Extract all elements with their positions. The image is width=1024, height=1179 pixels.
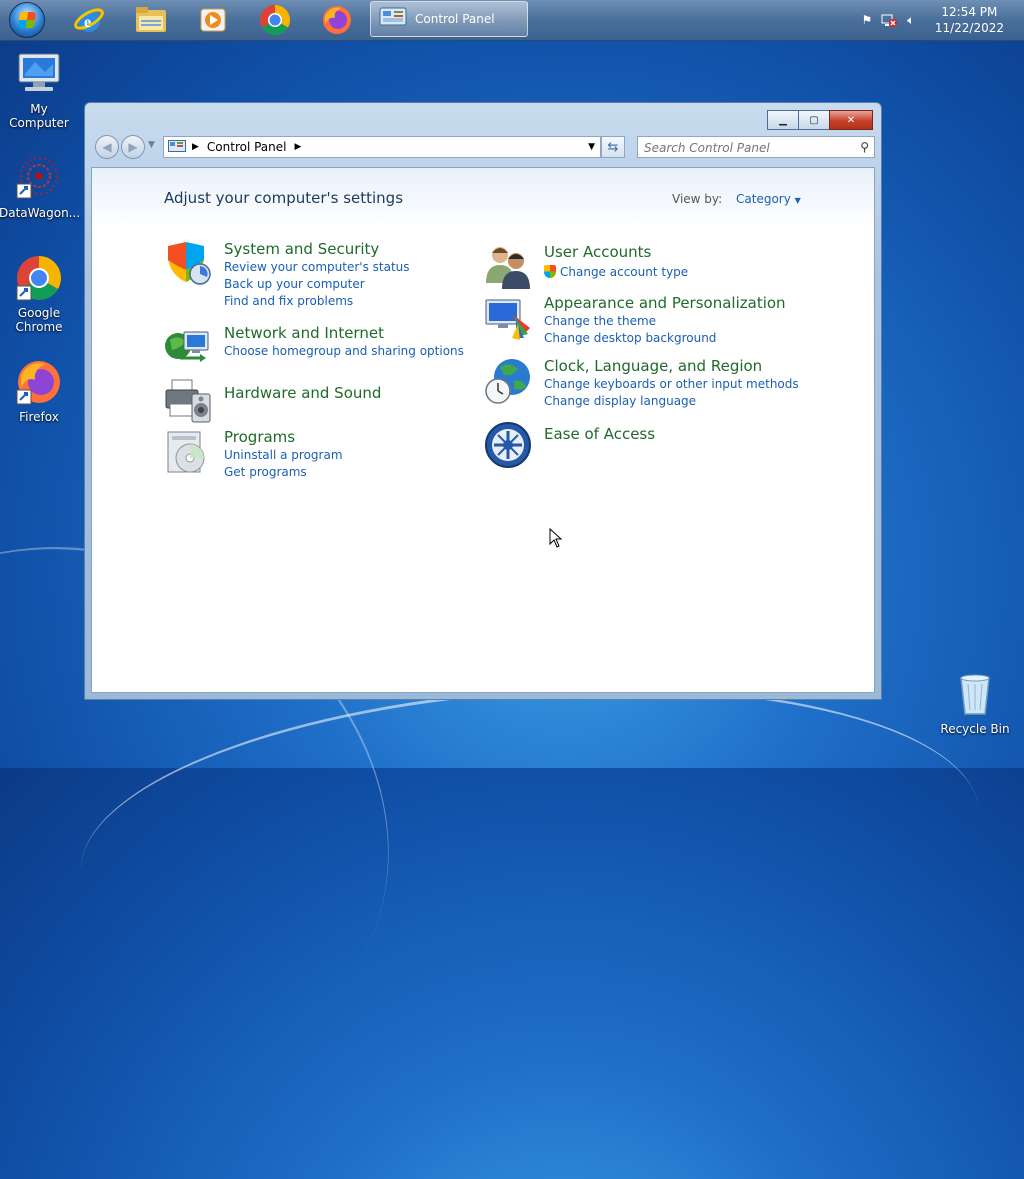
- refresh-icon: ⇆: [607, 139, 619, 155]
- control-panel-window: ▁ ▢ ✕ ◀ ▶ ▼ ▶ Control Panel ▶ ▼ ⇆ ⚲ Adju…: [84, 102, 882, 700]
- category-title[interactable]: User Accounts: [544, 243, 651, 261]
- desktop-icon-datawagon[interactable]: DataWagon...: [0, 154, 81, 220]
- clock-date: 11/22/2022: [934, 21, 1004, 35]
- content-area: Adjust your computer's settings View by:…: [92, 168, 874, 692]
- firefox-icon: [16, 361, 60, 405]
- control-panel-icon: [379, 7, 407, 29]
- close-button[interactable]: ✕: [829, 110, 873, 130]
- desktop-icon-recycle-bin[interactable]: Recycle Bin: [935, 670, 1015, 736]
- link-uninstall-program[interactable]: Uninstall a program: [224, 448, 343, 462]
- file-explorer-icon: [136, 7, 166, 32]
- start-button[interactable]: [6, 2, 48, 38]
- forward-button[interactable]: ▶: [121, 135, 145, 159]
- desktop-icon-google-chrome[interactable]: Google Chrome: [0, 254, 79, 334]
- ease-of-access-icon: [485, 422, 531, 468]
- windows-logo-icon: [9, 2, 45, 38]
- action-center-icon[interactable]: ⚑: [859, 12, 875, 28]
- network-disconnected-icon[interactable]: [881, 12, 897, 28]
- taskbar-firefox[interactable]: [314, 2, 360, 38]
- media-player-icon: [200, 8, 226, 32]
- link-get-programs[interactable]: Get programs: [224, 465, 307, 479]
- printer-speaker-icon: [165, 379, 211, 423]
- link-find-fix-problems[interactable]: Find and fix problems: [224, 294, 353, 308]
- recycle-bin-icon: [960, 674, 990, 715]
- link-review-status[interactable]: Review your computer's status: [224, 260, 410, 274]
- link-homegroup-sharing[interactable]: Choose homegroup and sharing options: [224, 344, 464, 358]
- recent-pages-icon[interactable]: ▼: [148, 140, 155, 150]
- taskbar-control-panel-window[interactable]: Control Panel: [370, 1, 528, 37]
- back-button[interactable]: ◀: [95, 135, 119, 159]
- firefox-icon: [323, 6, 351, 34]
- category-title[interactable]: Hardware and Sound: [224, 384, 381, 402]
- svg-text:e: e: [84, 14, 91, 31]
- desktop-icon-firefox[interactable]: Firefox: [0, 358, 79, 424]
- taskbar-media-player[interactable]: [190, 2, 236, 38]
- computer-icon: [18, 53, 60, 91]
- chrome-icon: [259, 4, 291, 36]
- desktop-icon-label: Firefox: [19, 410, 59, 424]
- taskbar-chrome[interactable]: [252, 2, 298, 38]
- link-change-account-type[interactable]: Change account type: [544, 265, 688, 279]
- link-text: Change account type: [560, 265, 689, 279]
- breadcrumb-arrow-icon[interactable]: ▶: [192, 142, 199, 152]
- search-box[interactable]: ⚲: [637, 136, 875, 158]
- view-by-value: Category: [736, 192, 791, 206]
- category-title[interactable]: Appearance and Personalization: [544, 294, 786, 312]
- clock-time: 12:54 PM: [941, 5, 998, 19]
- link-change-keyboards[interactable]: Change keyboards or other input methods: [544, 377, 799, 391]
- page-title: Adjust your computer's settings: [164, 189, 404, 207]
- desktop-icon-label: Google Chrome: [15, 306, 63, 334]
- view-by: View by: Category ▼: [672, 192, 801, 206]
- refresh-button[interactable]: ⇆: [601, 136, 625, 158]
- network-globe-icon: [165, 331, 209, 362]
- minimize-button[interactable]: ▁: [767, 110, 799, 130]
- taskbar-file-explorer[interactable]: [128, 2, 174, 38]
- users-icon: [486, 247, 530, 289]
- address-bar[interactable]: ▶ Control Panel ▶ ▼: [163, 136, 601, 158]
- category-title[interactable]: Clock, Language, and Region: [544, 357, 762, 375]
- breadcrumb-arrow-icon[interactable]: ▶: [295, 142, 302, 152]
- search-icon[interactable]: ⚲: [860, 140, 869, 154]
- taskbar-internet-explorer[interactable]: e: [66, 2, 112, 38]
- appearance-icon: [485, 299, 530, 340]
- view-by-dropdown[interactable]: Category ▼: [736, 192, 801, 206]
- link-change-desktop-background[interactable]: Change desktop background: [544, 331, 716, 345]
- maximize-button[interactable]: ▢: [798, 110, 830, 130]
- window-caption-buttons: ▁ ▢ ✕: [767, 110, 873, 130]
- link-change-theme[interactable]: Change the theme: [544, 314, 656, 328]
- internet-explorer-icon: e: [74, 8, 104, 32]
- desktop-icon-label: My Computer: [9, 102, 69, 130]
- shield-icon: [168, 242, 211, 285]
- mouse-pointer-icon: [549, 528, 563, 548]
- address-row: ◀ ▶ ▼ ▶ Control Panel ▶ ▼ ⇆ ⚲: [93, 135, 875, 161]
- datawagon-icon: [16, 157, 58, 199]
- volume-icon[interactable]: 🔈︎: [903, 12, 919, 28]
- view-by-label: View by:: [672, 192, 723, 206]
- desktop-icon-label: Recycle Bin: [940, 722, 1010, 736]
- desktop-icon-label: DataWagon...: [0, 206, 81, 220]
- taskbar: e Control Panel ⚑ 🔈︎ 12:54 PM 11/22/2022: [0, 0, 1024, 41]
- clock-globe-icon: [485, 359, 530, 404]
- breadcrumb-control-panel[interactable]: Control Panel: [207, 140, 287, 154]
- clock[interactable]: 12:54 PM 11/22/2022: [935, 4, 1004, 36]
- category-title[interactable]: System and Security: [224, 240, 379, 258]
- desktop-icon-my-computer[interactable]: My Computer: [0, 50, 79, 130]
- control-panel-icon: [168, 140, 186, 152]
- category-title[interactable]: Programs: [224, 428, 295, 446]
- content-pane: Adjust your computer's settings View by:…: [91, 167, 875, 693]
- category-title[interactable]: Network and Internet: [224, 324, 384, 342]
- chrome-icon: [16, 256, 61, 301]
- system-tray: ⚑ 🔈︎ 12:54 PM 11/22/2022: [859, 0, 1024, 40]
- chevron-down-icon: ▼: [794, 196, 801, 205]
- category-title[interactable]: Ease of Access: [544, 425, 655, 443]
- link-change-display-language[interactable]: Change display language: [544, 394, 696, 408]
- taskbar-active-label: Control Panel: [415, 12, 495, 26]
- programs-icon: [167, 431, 205, 473]
- link-back-up[interactable]: Back up your computer: [224, 277, 365, 291]
- uac-shield-icon: [544, 265, 556, 278]
- address-dropdown-icon[interactable]: ▼: [588, 142, 595, 152]
- search-input[interactable]: [642, 138, 851, 158]
